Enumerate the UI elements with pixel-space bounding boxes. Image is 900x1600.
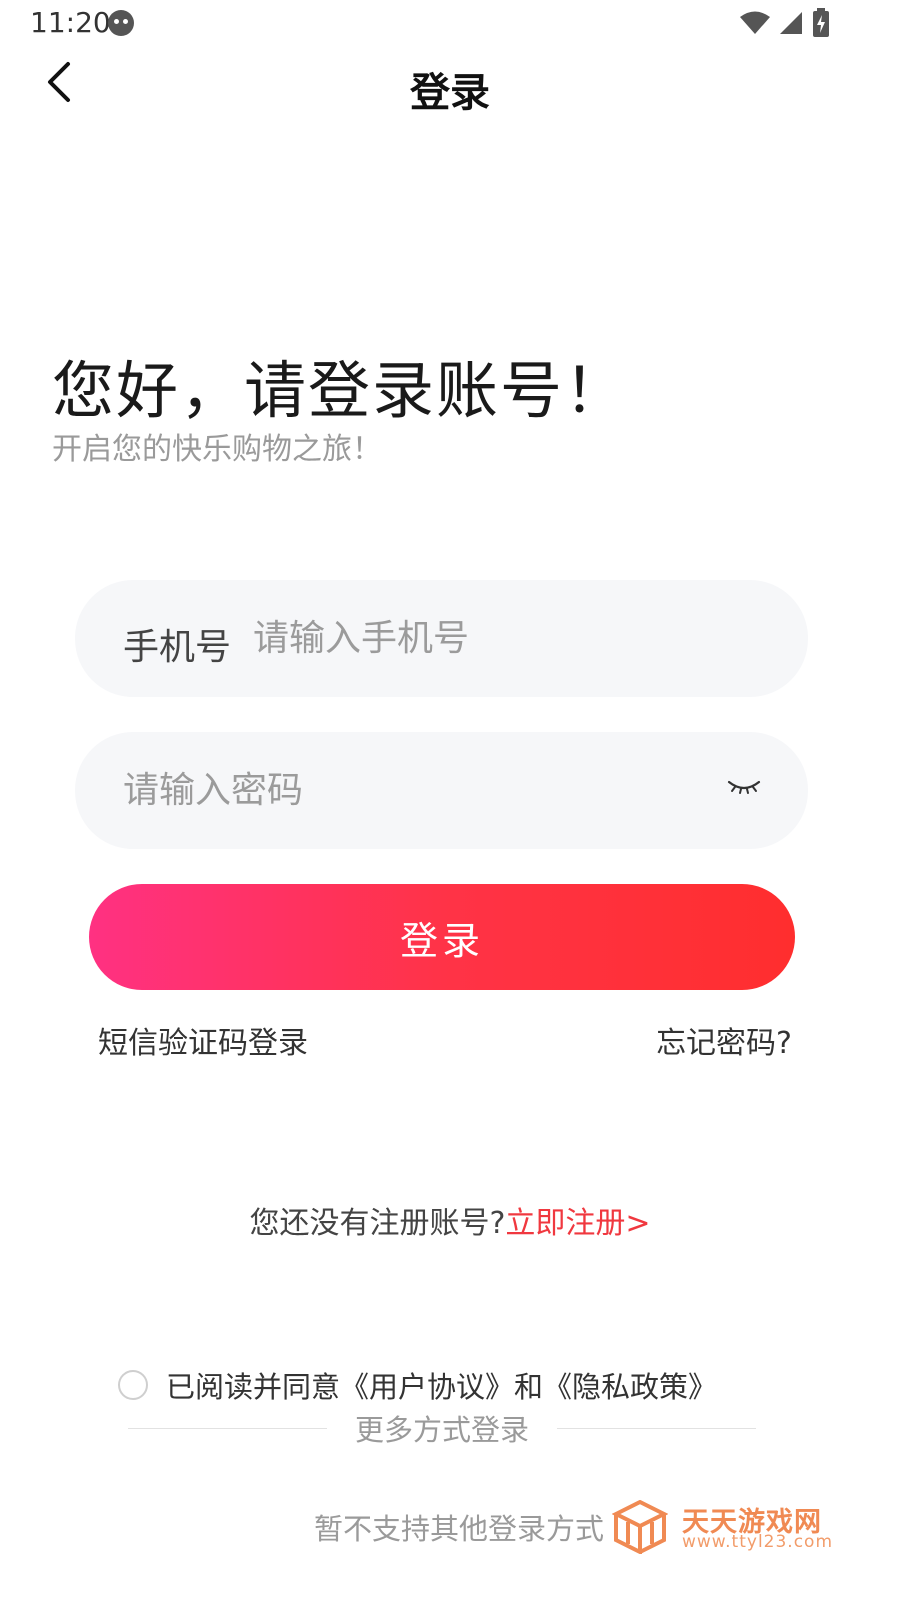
login-button[interactable]: 登录: [89, 884, 795, 990]
register-row: 您还没有注册账号?立即注册>: [0, 1198, 900, 1242]
register-link[interactable]: 立即注册>: [505, 1206, 650, 1241]
watermark: 天天游戏网 www.ttyl23.com: [612, 1498, 842, 1558]
cellular-signal-icon: [780, 12, 802, 34]
more-login-label: 更多方式登录: [355, 1413, 530, 1447]
notification-cat-icon: [108, 10, 134, 36]
phone-field: 手机号: [75, 580, 808, 697]
phone-label: 手机号: [123, 627, 232, 668]
divider-line-left: [128, 1427, 327, 1429]
password-input[interactable]: [123, 762, 703, 818]
eye-closed-icon[interactable]: [726, 776, 762, 800]
phone-input[interactable]: [253, 610, 773, 666]
status-bar: 11:20: [0, 0, 900, 48]
agreement-text: 已阅读并同意《用户协议》和《隐私政策》: [166, 1370, 718, 1404]
forgot-password-link[interactable]: 忘记密码?: [656, 1018, 792, 1062]
register-prompt: 您还没有注册账号?: [249, 1206, 506, 1241]
password-field: [75, 732, 808, 849]
sms-login-link[interactable]: 短信验证码登录: [98, 1018, 308, 1062]
more-login-divider: 更多方式登录: [128, 1408, 757, 1448]
no-other-login-text: 暂不支持其他登录方式: [314, 1512, 605, 1546]
greeting-subtitle: 开启您的快乐购物之旅！: [52, 432, 382, 467]
battery-charging-icon: [813, 8, 829, 37]
watermark-logo-icon: [612, 1500, 668, 1554]
agreement-checkbox[interactable]: [118, 1370, 148, 1400]
greeting-heading: 您好，请登录账号！: [52, 354, 629, 427]
wifi-icon: [740, 11, 770, 34]
status-time: 11:20: [30, 6, 111, 39]
status-icons: [740, 8, 830, 38]
page-title: 登录: [410, 70, 490, 116]
divider-line-right: [557, 1427, 757, 1429]
agreement-row[interactable]: 已阅读并同意《用户协议》和《隐私政策》: [118, 1364, 717, 1406]
watermark-url: www.ttyl23.com: [682, 1532, 834, 1552]
